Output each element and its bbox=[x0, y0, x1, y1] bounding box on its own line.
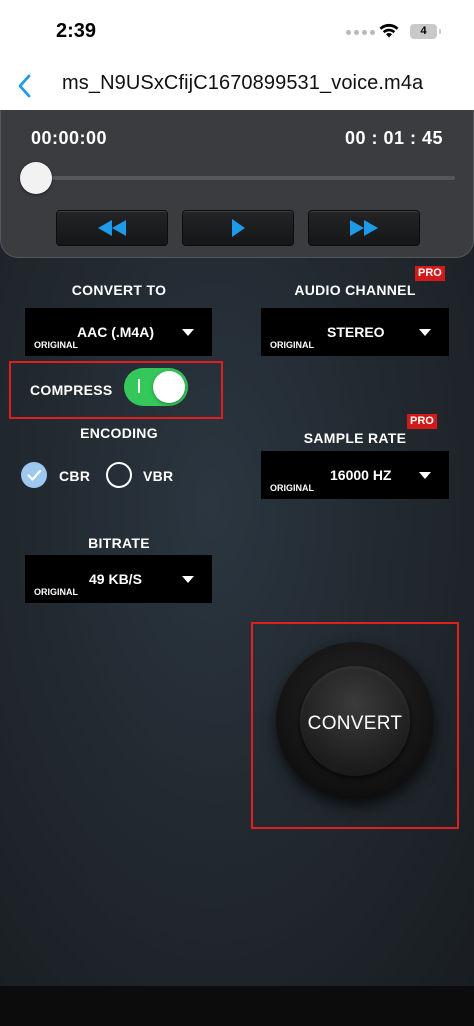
convert-button-label: CONVERT bbox=[307, 713, 403, 734]
check-icon bbox=[27, 469, 42, 481]
vbr-label: VBR bbox=[143, 468, 174, 484]
seek-bar[interactable] bbox=[31, 176, 455, 180]
chevron-down-icon bbox=[419, 329, 431, 336]
fast-forward-icon bbox=[350, 220, 378, 236]
rewind-icon bbox=[98, 220, 126, 236]
seek-handle[interactable] bbox=[20, 162, 52, 194]
play-icon bbox=[232, 219, 245, 237]
bottom-bar bbox=[0, 986, 474, 1026]
main-panel: 00:00:00 00 : 01 : 45 CONVERT TO ORIGINA bbox=[0, 110, 474, 986]
status-bar: 2:39 4 bbox=[0, 0, 474, 64]
audio-channel-pro-badge: PRO bbox=[415, 266, 445, 281]
cbr-label: CBR bbox=[59, 468, 91, 484]
toggle-on-mark bbox=[138, 379, 140, 393]
audio-channel-dropdown[interactable]: ORIGINAL STEREO bbox=[261, 308, 449, 356]
toggle-knob bbox=[153, 371, 185, 403]
sample-rate-dropdown[interactable]: ORIGINAL 16000 HZ bbox=[261, 451, 449, 499]
battery-level: 4 bbox=[420, 25, 427, 37]
chevron-left-icon bbox=[18, 74, 31, 98]
player-panel: 00:00:00 00 : 01 : 45 bbox=[0, 110, 474, 258]
cellular-signal-icon bbox=[346, 30, 375, 35]
bitrate-value: 49 KB/S bbox=[89, 571, 142, 587]
battery-icon: 4 bbox=[410, 24, 441, 39]
bitrate-original: ORIGINAL bbox=[34, 587, 78, 597]
convert-to-value: AAC (.M4A) bbox=[77, 324, 154, 340]
sample-rate-pro-badge: PRO bbox=[407, 414, 437, 429]
chevron-down-icon bbox=[419, 472, 431, 479]
current-time: 00:00:00 bbox=[31, 128, 108, 148]
audio-channel-label: AUDIO CHANNEL bbox=[294, 282, 416, 298]
rewind-button[interactable] bbox=[56, 210, 168, 246]
sample-rate-label: SAMPLE RATE bbox=[303, 430, 407, 446]
total-time: 00 : 01 : 45 bbox=[344, 128, 443, 148]
nav-bar: ms_N9USxCfijC1670899531_voice.m4a bbox=[0, 64, 474, 110]
sample-rate-value: 16000 HZ bbox=[330, 467, 392, 483]
cbr-radio[interactable] bbox=[21, 462, 47, 488]
chevron-down-icon bbox=[182, 576, 194, 583]
play-button[interactable] bbox=[182, 210, 294, 246]
vbr-radio[interactable] bbox=[106, 462, 132, 488]
encoding-label: ENCODING bbox=[80, 425, 158, 441]
wifi-icon bbox=[379, 23, 399, 38]
compress-label: COMPRESS bbox=[30, 382, 113, 398]
fast-forward-button[interactable] bbox=[308, 210, 420, 246]
convert-to-dropdown[interactable]: ORIGINAL AAC (.M4A) bbox=[25, 308, 212, 356]
sample-rate-original: ORIGINAL bbox=[270, 483, 314, 493]
bitrate-dropdown[interactable]: ORIGINAL 49 KB/S bbox=[25, 555, 212, 603]
bitrate-label: BITRATE bbox=[88, 535, 150, 551]
file-title: ms_N9USxCfijC1670899531_voice.m4a bbox=[62, 72, 424, 94]
audio-channel-value: STEREO bbox=[327, 324, 385, 340]
convert-to-label: CONVERT TO bbox=[71, 282, 167, 298]
convert-to-original: ORIGINAL bbox=[34, 340, 78, 350]
audio-channel-original: ORIGINAL bbox=[270, 340, 314, 350]
status-time: 2:39 bbox=[56, 20, 97, 42]
chevron-down-icon bbox=[182, 329, 194, 336]
compress-toggle[interactable] bbox=[124, 368, 188, 406]
back-button[interactable] bbox=[6, 68, 42, 104]
